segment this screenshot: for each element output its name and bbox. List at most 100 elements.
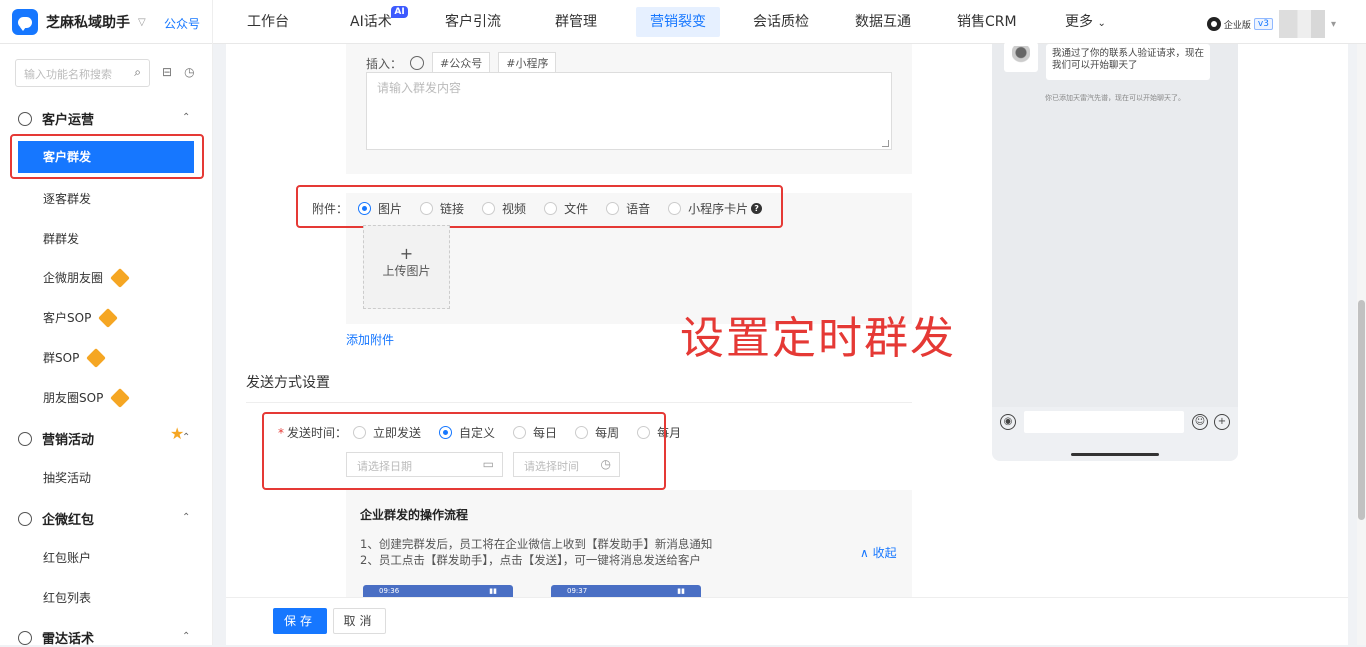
sidebar-group-marketing[interactable]: 营销活动: [18, 429, 94, 448]
flow-step-1: 1、创建完群发后，员工将在企业微信上收到【群发助手】新消息通知: [360, 537, 713, 551]
group-label: 企微红包: [42, 513, 95, 528]
sidebar-item-group-sop[interactable]: 群SOP: [43, 347, 107, 368]
thumb-time: 09:36: [379, 587, 400, 595]
broadcast-content-input[interactable]: 请输入群发内容: [366, 72, 892, 150]
add-attachment-link[interactable]: 添加附件: [346, 331, 394, 348]
chevron-up-icon: ∧: [860, 546, 869, 560]
chevron-down-icon[interactable]: ▾: [1331, 19, 1336, 30]
sidebar-group-radar[interactable]: 雷达话术: [18, 628, 94, 647]
emoji-icon: ☺: [1192, 414, 1208, 430]
item-label: 企微朋友圈: [43, 271, 104, 285]
nav-item-customer-acquisition[interactable]: 客户引流: [445, 0, 501, 44]
chat-message-bubble: 我通过了你的联系人验证请求，现在我们可以开始聊天了: [1046, 44, 1210, 80]
nav-item-ai-script[interactable]: AI话术 AI: [350, 0, 408, 44]
nav-item-ai-script-label: AI话术: [350, 14, 392, 30]
edition-icon: [1206, 17, 1221, 31]
sidebar-item-lottery[interactable]: 抽奖活动: [43, 469, 91, 486]
insert-tag-miniprogram[interactable]: #小程序: [498, 52, 557, 74]
save-button[interactable]: 保存: [273, 608, 327, 634]
phone-text-input: [1024, 411, 1184, 433]
sidebar-group-red-packet[interactable]: 企微红包: [18, 509, 94, 528]
app-title: 芝麻私域助手: [46, 15, 130, 31]
sidebar-item-moments-sop[interactable]: 朋友圈SOP: [43, 387, 131, 408]
chevron-down-icon: ⌄: [1097, 18, 1106, 29]
nav-item-sales-crm[interactable]: 销售CRM: [957, 0, 1017, 44]
version-tag: v3: [1253, 18, 1273, 30]
vip-diamond-icon: [110, 267, 130, 288]
search-placeholder: 输入功能名称搜索: [24, 68, 112, 81]
star-icon: ★: [170, 424, 185, 443]
nav-divider: [212, 0, 213, 44]
red-packet-icon: [18, 511, 32, 526]
content-placeholder: 请输入群发内容: [377, 81, 462, 95]
edition-label: 企业版: [1223, 20, 1251, 31]
form-footer: [226, 597, 1348, 645]
nav-item-group-management[interactable]: 群管理: [555, 0, 597, 44]
chevron-up-icon[interactable]: ⌃: [182, 112, 190, 123]
highlight-box-send-time: [262, 412, 666, 490]
sidebar-group-customer-ops[interactable]: 客户运营: [18, 109, 94, 128]
sidebar-search-input[interactable]: 输入功能名称搜索 ⌕: [15, 59, 150, 87]
vip-diamond-icon: [98, 307, 119, 328]
annotation-text: 设置定时群发: [680, 313, 956, 364]
chevron-up-icon[interactable]: ⌃: [182, 631, 190, 642]
account-area[interactable]: 企业版 v3 ▾: [1206, 10, 1336, 38]
item-label: 客户SOP: [43, 311, 92, 325]
ai-badge: AI: [391, 6, 408, 18]
highlight-box-attachment: [296, 185, 783, 228]
chevron-down-icon[interactable]: ▽: [138, 17, 146, 28]
sidebar-item-customer-sop[interactable]: 客户SOP: [43, 307, 119, 328]
search-icon[interactable]: ⌕: [134, 65, 141, 80]
sidebar-tools: ⊟ ◷: [162, 65, 195, 79]
history-icon[interactable]: ◷: [184, 65, 194, 79]
emoji-icon[interactable]: [410, 56, 425, 70]
sidebar-item-red-packet-list[interactable]: 红包列表: [43, 589, 91, 606]
flow-title: 企业群发的操作流程: [360, 508, 469, 522]
vip-diamond-icon: [86, 347, 107, 368]
customer-ops-icon: [18, 111, 32, 126]
group-label: 客户运营: [42, 113, 95, 128]
radar-icon: [18, 630, 32, 645]
sidebar-item-moments[interactable]: 企微朋友圈: [43, 267, 130, 288]
nav-item-more[interactable]: 更多 ⌄: [1065, 0, 1106, 44]
upload-label: 上传图片: [382, 264, 431, 278]
nav-item-marketing[interactable]: 营销裂变: [636, 7, 720, 37]
system-message: 你已添加天雷汽先谱，现在可以开始聊天了。: [1045, 94, 1185, 102]
collapse-link[interactable]: ∧ 收起: [860, 544, 897, 561]
plus-icon: +: [399, 244, 414, 263]
signal-icon: ▮▮: [489, 587, 497, 595]
nav-item-workbench[interactable]: 工作台: [247, 0, 289, 44]
edition-badge: 企业版 v3: [1206, 17, 1273, 31]
phone-home-indicator: [1071, 453, 1159, 456]
collapse-label: 收起: [872, 546, 897, 560]
sidebar-item-group-broadcast[interactable]: 群群发: [43, 230, 79, 247]
insert-toolbar: 插入： #公众号 #小程序: [366, 52, 557, 74]
nav-item-session-qc[interactable]: 会话质检: [753, 0, 809, 44]
sidebar-item-red-packet-account[interactable]: 红包账户: [43, 549, 91, 566]
flow-step-2: 2、员工点击【群发助手】，点击【发送】，可一键将消息发送给客户: [360, 553, 701, 567]
account-switch-link[interactable]: 公众号: [164, 15, 200, 32]
scrollbar-thumb[interactable]: [1358, 300, 1365, 520]
insert-label: 插入：: [366, 56, 403, 71]
resize-handle[interactable]: [882, 140, 889, 147]
app-logo[interactable]: 芝麻私域助手 ▽: [12, 9, 146, 35]
layout-icon[interactable]: ⊟: [162, 65, 172, 79]
nav-item-data-sync[interactable]: 数据互通: [855, 0, 911, 44]
plus-icon: +: [1214, 414, 1230, 430]
person-icon: [1012, 46, 1030, 68]
chevron-up-icon[interactable]: ⌃: [182, 512, 190, 523]
upload-image-button[interactable]: + 上传图片: [363, 225, 450, 309]
section-divider: [246, 402, 912, 403]
contact-avatar: [1004, 42, 1038, 72]
avatar[interactable]: [1278, 10, 1325, 38]
sidebar-item-one-by-one-broadcast[interactable]: 逐客群发: [43, 190, 91, 207]
highlight-box-sidebar: [10, 134, 204, 179]
item-label: 群SOP: [43, 351, 80, 365]
item-label: 朋友圈SOP: [43, 391, 104, 405]
marketing-icon: [18, 431, 32, 446]
signal-icon: ▮▮: [677, 587, 685, 595]
phone-input-bar: ◉ ☺ +: [992, 407, 1238, 437]
cancel-button[interactable]: 取消: [333, 608, 386, 634]
group-label: 营销活动: [42, 433, 95, 448]
insert-tag-gzh[interactable]: #公众号: [432, 52, 491, 74]
